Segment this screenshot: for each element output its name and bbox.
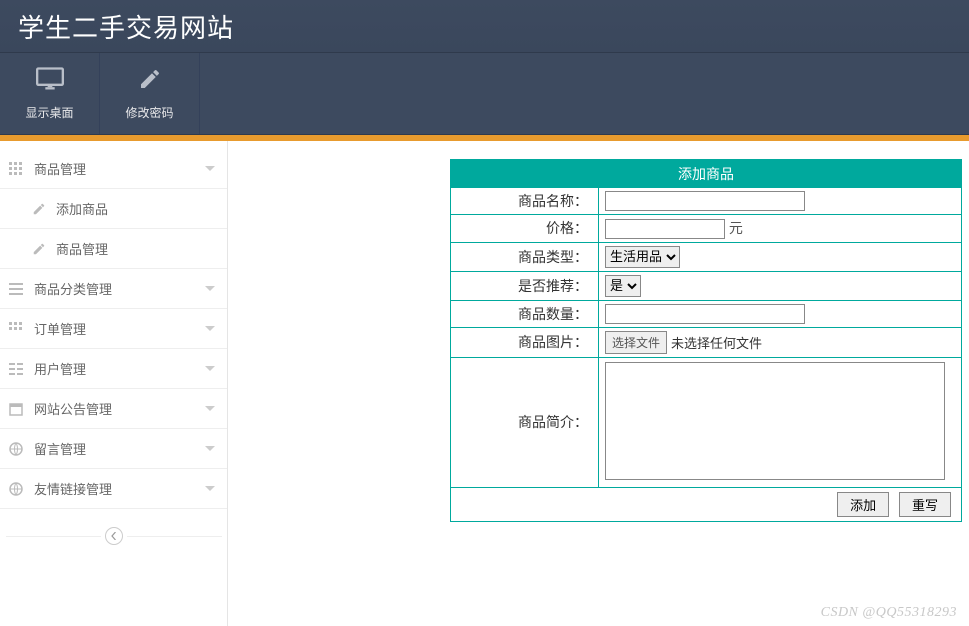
price-unit: 元 bbox=[729, 220, 743, 236]
label-price: 价格： bbox=[451, 215, 599, 243]
sidebar-item-order-mgmt[interactable]: 订单管理 bbox=[0, 309, 227, 349]
chevron-down-icon bbox=[205, 406, 215, 411]
header-bar: 学生二手交易网站 bbox=[0, 0, 969, 53]
pencil-icon bbox=[32, 242, 46, 256]
globe-icon bbox=[8, 442, 24, 456]
chevron-left-icon bbox=[110, 532, 118, 540]
file-status-text: 未选择任何文件 bbox=[671, 333, 762, 352]
type-select[interactable]: 生活用品 bbox=[605, 246, 680, 268]
submit-button[interactable]: 添加 bbox=[837, 492, 889, 517]
pencil-icon bbox=[32, 202, 46, 216]
desc-textarea[interactable] bbox=[605, 362, 945, 480]
sidebar-item-label: 用户管理 bbox=[34, 359, 205, 378]
price-input[interactable] bbox=[605, 219, 725, 239]
label-image: 商品图片： bbox=[451, 327, 599, 357]
sidebar-item-label: 留言管理 bbox=[34, 439, 205, 458]
monitor-icon bbox=[36, 67, 64, 94]
sidebar-item-label: 商品分类管理 bbox=[34, 279, 205, 298]
grid-icon bbox=[8, 322, 24, 336]
chevron-down-icon bbox=[205, 486, 215, 491]
sidebar-subitem-label: 添加商品 bbox=[56, 199, 108, 218]
watermark: CSDN @QQ55318293 bbox=[821, 605, 957, 621]
grid-icon bbox=[8, 162, 24, 176]
chevron-down-icon bbox=[205, 326, 215, 331]
site-title: 学生二手交易网站 bbox=[18, 8, 234, 45]
form-title: 添加商品 bbox=[450, 159, 962, 187]
sidebar-item-category-mgmt[interactable]: 商品分类管理 bbox=[0, 269, 227, 309]
main-content: 添加商品 商品名称： 价格： 元 商品类型： 生活用品 bbox=[228, 141, 969, 626]
list-icon bbox=[8, 282, 24, 296]
pencil-icon bbox=[136, 67, 164, 94]
label-type: 商品类型： bbox=[451, 242, 599, 271]
sidebar-collapse-area bbox=[0, 509, 227, 563]
sidebar-item-label: 友情链接管理 bbox=[34, 479, 205, 498]
sidebar: 商品管理 添加商品 商品管理 商品分类管理 订单管理 用户管理 bbox=[0, 141, 228, 626]
file-choose-button[interactable]: 选择文件 bbox=[605, 331, 667, 354]
calendar-icon bbox=[8, 402, 24, 416]
label-quantity: 商品数量： bbox=[451, 300, 599, 327]
sidebar-subitem-add-product[interactable]: 添加商品 bbox=[0, 189, 227, 229]
label-desc: 商品简介： bbox=[451, 357, 599, 487]
label-product-name: 商品名称： bbox=[451, 188, 599, 215]
sidebar-item-announcement-mgmt[interactable]: 网站公告管理 bbox=[0, 389, 227, 429]
product-name-input[interactable] bbox=[605, 191, 805, 211]
sidebar-subitem-label: 商品管理 bbox=[56, 239, 108, 258]
toolbar-password-button[interactable]: 修改密码 bbox=[100, 53, 200, 134]
sidebar-item-user-mgmt[interactable]: 用户管理 bbox=[0, 349, 227, 389]
chevron-down-icon bbox=[205, 166, 215, 171]
chevron-down-icon bbox=[205, 446, 215, 451]
toolbar-desktop-button[interactable]: 显示桌面 bbox=[0, 53, 100, 134]
toolbar: 显示桌面 修改密码 bbox=[0, 53, 969, 135]
sidebar-item-message-mgmt[interactable]: 留言管理 bbox=[0, 429, 227, 469]
sidebar-item-label: 订单管理 bbox=[34, 319, 205, 338]
sidebar-item-link-mgmt[interactable]: 友情链接管理 bbox=[0, 469, 227, 509]
chevron-down-icon bbox=[205, 286, 215, 291]
globe-icon bbox=[8, 482, 24, 496]
recommend-select[interactable]: 是 bbox=[605, 275, 641, 297]
sidebar-item-label: 网站公告管理 bbox=[34, 399, 205, 418]
sidebar-item-label: 商品管理 bbox=[34, 159, 205, 178]
sidebar-collapse-button[interactable] bbox=[105, 527, 123, 545]
label-recommend: 是否推荐： bbox=[451, 271, 599, 300]
reset-button[interactable]: 重写 bbox=[899, 492, 951, 517]
toolbar-desktop-label: 显示桌面 bbox=[25, 104, 73, 121]
chevron-down-icon bbox=[205, 366, 215, 371]
toolbar-password-label: 修改密码 bbox=[125, 104, 173, 121]
sidebar-subitem-product-mgmt[interactable]: 商品管理 bbox=[0, 229, 227, 269]
add-product-form: 添加商品 商品名称： 价格： 元 商品类型： 生活用品 bbox=[450, 159, 962, 522]
sidebar-item-product-mgmt[interactable]: 商品管理 bbox=[0, 149, 227, 189]
quantity-input[interactable] bbox=[605, 304, 805, 324]
users-icon bbox=[8, 362, 24, 376]
